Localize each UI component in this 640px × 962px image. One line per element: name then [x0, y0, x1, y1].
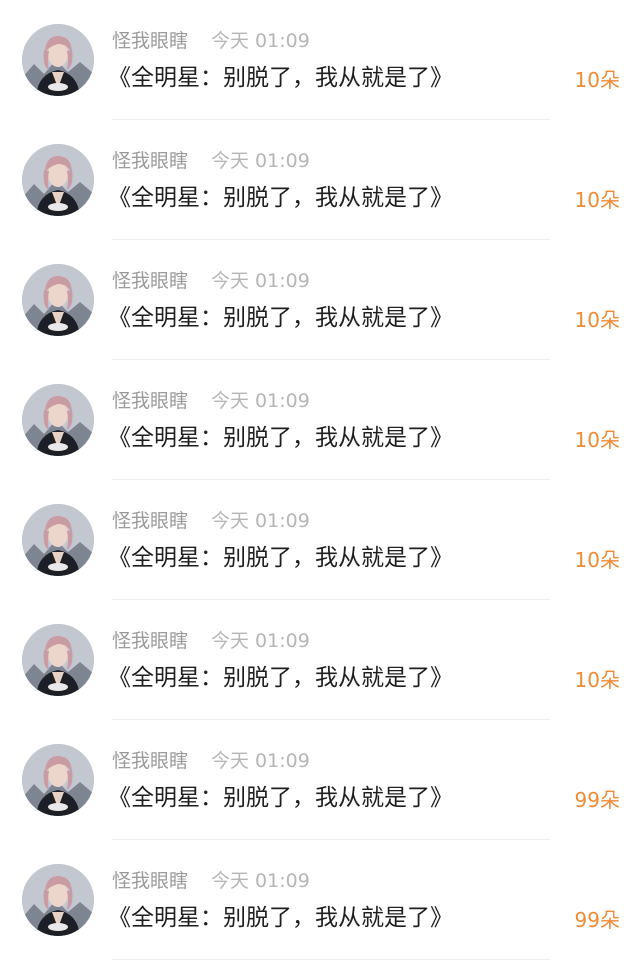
flower-count: 99朵	[574, 788, 620, 812]
username[interactable]: 怪我眼瞎	[112, 389, 188, 413]
list-item[interactable]: 怪我眼瞎 今天 01:09 《全明星：别脱了，我从就是了》 10朵	[0, 600, 640, 720]
username[interactable]: 怪我眼瞎	[112, 269, 188, 293]
avatar[interactable]	[22, 264, 94, 336]
avatar[interactable]	[22, 744, 94, 816]
timestamp: 今天 01:09	[211, 390, 310, 412]
work-title[interactable]: 《全明星：别脱了，我从就是了》	[108, 303, 453, 333]
work-title[interactable]: 《全明星：别脱了，我从就是了》	[108, 63, 453, 93]
work-title[interactable]: 《全明星：别脱了，我从就是了》	[108, 183, 453, 213]
timestamp: 今天 01:09	[211, 30, 310, 52]
list-item[interactable]: 怪我眼瞎 今天 01:09 《全明星：别脱了，我从就是了》 10朵	[0, 360, 640, 480]
avatar[interactable]	[22, 624, 94, 696]
avatar[interactable]	[22, 24, 94, 96]
divider	[112, 959, 550, 960]
gift-record-list: 怪我眼瞎 今天 01:09 《全明星：别脱了，我从就是了》 10朵 怪我眼瞎 今…	[0, 0, 640, 962]
flower-count: 99朵	[574, 908, 620, 932]
work-title[interactable]: 《全明星：别脱了，我从就是了》	[108, 663, 453, 693]
list-item[interactable]: 怪我眼瞎 今天 01:09 《全明星：别脱了，我从就是了》 10朵	[0, 0, 640, 120]
username[interactable]: 怪我眼瞎	[112, 29, 188, 53]
flower-count: 10朵	[574, 548, 620, 572]
work-title[interactable]: 《全明星：别脱了，我从就是了》	[108, 543, 453, 573]
list-item[interactable]: 怪我眼瞎 今天 01:09 《全明星：别脱了，我从就是了》 99朵	[0, 840, 640, 960]
list-item[interactable]: 怪我眼瞎 今天 01:09 《全明星：别脱了，我从就是了》 99朵	[0, 720, 640, 840]
username[interactable]: 怪我眼瞎	[112, 509, 188, 533]
timestamp: 今天 01:09	[211, 870, 310, 892]
list-item[interactable]: 怪我眼瞎 今天 01:09 《全明星：别脱了，我从就是了》 10朵	[0, 480, 640, 600]
username[interactable]: 怪我眼瞎	[112, 629, 188, 653]
list-item[interactable]: 怪我眼瞎 今天 01:09 《全明星：别脱了，我从就是了》 10朵	[0, 120, 640, 240]
avatar[interactable]	[22, 864, 94, 936]
avatar[interactable]	[22, 504, 94, 576]
timestamp: 今天 01:09	[211, 510, 310, 532]
flower-count: 10朵	[574, 68, 620, 92]
list-item[interactable]: 怪我眼瞎 今天 01:09 《全明星：别脱了，我从就是了》 10朵	[0, 240, 640, 360]
username[interactable]: 怪我眼瞎	[112, 149, 188, 173]
avatar[interactable]	[22, 384, 94, 456]
username[interactable]: 怪我眼瞎	[112, 749, 188, 773]
flower-count: 10朵	[574, 428, 620, 452]
work-title[interactable]: 《全明星：别脱了，我从就是了》	[108, 783, 453, 813]
flower-count: 10朵	[574, 188, 620, 212]
username[interactable]: 怪我眼瞎	[112, 869, 188, 893]
timestamp: 今天 01:09	[211, 270, 310, 292]
avatar[interactable]	[22, 144, 94, 216]
flower-count: 10朵	[574, 308, 620, 332]
flower-count: 10朵	[574, 668, 620, 692]
work-title[interactable]: 《全明星：别脱了，我从就是了》	[108, 423, 453, 453]
timestamp: 今天 01:09	[211, 630, 310, 652]
timestamp: 今天 01:09	[211, 150, 310, 172]
timestamp: 今天 01:09	[211, 750, 310, 772]
work-title[interactable]: 《全明星：别脱了，我从就是了》	[108, 903, 453, 933]
